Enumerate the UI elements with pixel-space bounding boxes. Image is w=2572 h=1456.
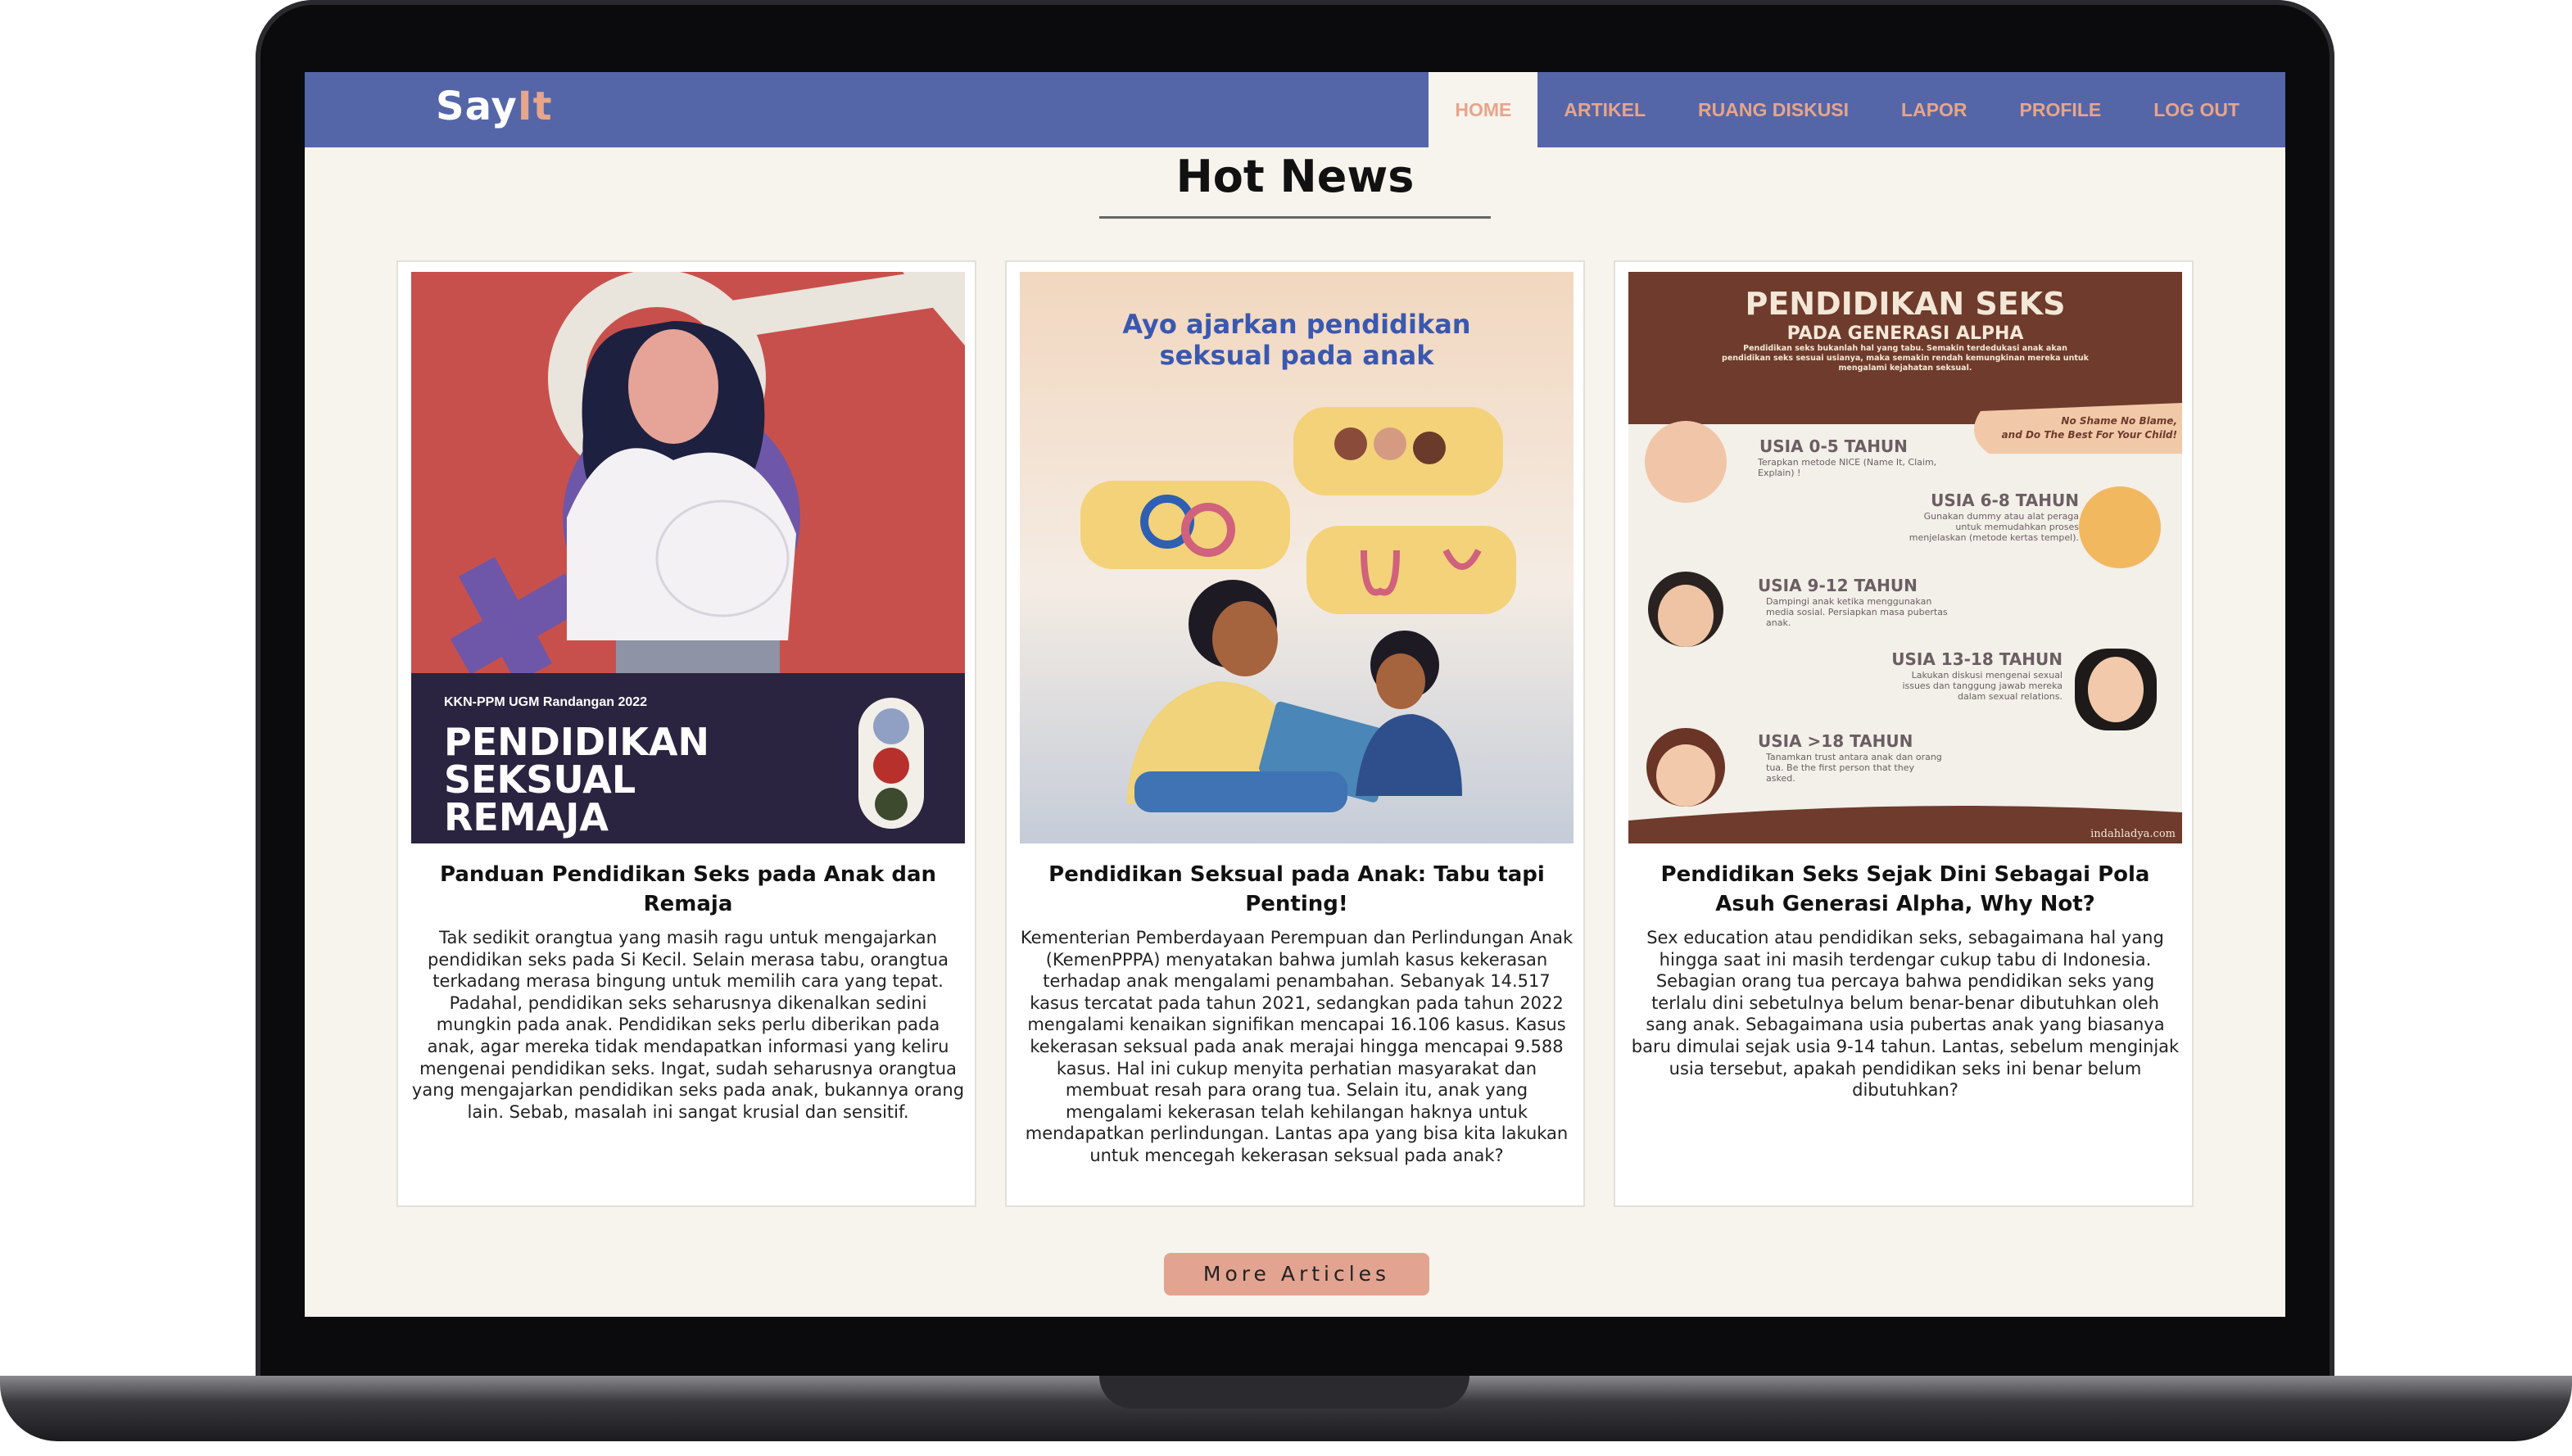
image-1-caption-small: KKN-PPM UGM Randangan 2022: [444, 695, 647, 709]
article-excerpt-1: Tak sedikit orangtua yang masih ragu unt…: [411, 928, 965, 1122]
more-articles-button[interactable]: More Articles: [1164, 1253, 1429, 1295]
nav-item-home[interactable]: HOME: [1429, 72, 1538, 147]
article-image-1[interactable]: KKN-PPM UGM Randangan 2022 PENDIDIKAN SE…: [411, 272, 965, 843]
nav-menu: HOME ARTIKEL RUANG DISKUSI LAPOR PROFILE…: [1429, 72, 2285, 147]
article-card-1[interactable]: KKN-PPM UGM Randangan 2022 PENDIDIKAN SE…: [396, 260, 976, 1207]
stage-5-age: USIA >18 TAHUN: [1758, 731, 1913, 751]
stage-1-note: Terapkan metode NICE (Name It, Claim, Ex…: [1758, 457, 1937, 478]
stage-1-age: USIA 0-5 TAHUN: [1759, 436, 1908, 456]
stage-5-note: Tanamkan trust antara anak dan orang tua…: [1766, 752, 1942, 784]
image-3-bubble-line-1: No Shame No Blame,: [2061, 415, 2177, 427]
image-1-caption-line-3: REMAJA: [444, 795, 609, 839]
stage-3-note: Dampingi anak ketika menggunakan media s…: [1766, 596, 1948, 628]
logo-accent-text: It: [517, 84, 553, 129]
image-2-caption-line-1: Ayo ajarkan pendidikan: [1122, 309, 1470, 340]
stage-3-age: USIA 9-12 TAHUN: [1758, 576, 1918, 595]
stage-4-age: USIA 13-18 TAHUN: [1891, 649, 2063, 669]
heading-underline: [1099, 216, 1491, 219]
stage-4-note: Lakukan diskusi mengenai sexual issues d…: [1902, 670, 2063, 702]
nav-item-profile[interactable]: PROFILE: [1994, 72, 2128, 147]
article-excerpt-2: Kementerian Pemberdayaan Perempuan dan P…: [1020, 928, 1574, 1165]
nav-item-lapor[interactable]: LAPOR: [1875, 72, 1994, 147]
image-3-header: PENDIDIKAN SEKS: [1745, 286, 2065, 322]
article-title-1[interactable]: Panduan Pendidikan Seks pada Anak dan Re…: [411, 860, 965, 919]
article-image-3[interactable]: PENDIDIKAN SEKS PADA GENERASI ALPHA Pend…: [1628, 272, 2182, 843]
laptop-bezel: [305, 1317, 2285, 1376]
stage-2-note: Gunakan dummy atau alat peraga untuk mem…: [1909, 511, 2079, 543]
article-image-2[interactable]: Ayo ajarkan pendidikan seksual pada anak: [1020, 272, 1574, 843]
nav-item-ruang-diskusi[interactable]: RUANG DISKUSI: [1672, 72, 1875, 147]
stage-2-age: USIA 6-8 TAHUN: [1931, 491, 2079, 510]
article-card-2[interactable]: Ayo ajarkan pendidikan seksual pada anak: [1005, 260, 1585, 1207]
article-title-3[interactable]: Pendidikan Seks Sejak Dini Sebagai Pola …: [1628, 860, 2182, 919]
article-excerpt-3: Sex education atau pendidikan seks, seba…: [1631, 928, 2180, 1101]
image-2-caption-line-2: seksual pada anak: [1160, 340, 1435, 371]
nav-item-logout[interactable]: LOG OUT: [2127, 72, 2285, 147]
screen: SayIt HOME ARTIKEL RUANG DISKUSI LAPOR P…: [305, 72, 2285, 1317]
navbar: SayIt HOME ARTIKEL RUANG DISKUSI LAPOR P…: [305, 72, 2285, 147]
logo-text: Say: [436, 84, 518, 129]
laptop-notch: [1099, 1376, 1469, 1409]
article-title-2[interactable]: Pendidikan Seksual pada Anak: Tabu tapi …: [1020, 860, 1574, 919]
nav-item-artikel[interactable]: ARTIKEL: [1537, 72, 1672, 147]
site-logo[interactable]: SayIt: [436, 84, 553, 129]
section-heading: Hot News: [1175, 151, 1415, 202]
image-3-credit: indahladya.com: [2090, 828, 2176, 840]
article-card-3[interactable]: PENDIDIKAN SEKS PADA GENERASI ALPHA Pend…: [1614, 260, 2194, 1207]
image-3-blurb: Pendidikan seks bukanlah hal yang tabu. …: [1722, 344, 2089, 373]
image-3-bubble-line-2: and Do The Best For Your Child!: [2002, 429, 2177, 441]
image-3-subheader: PADA GENERASI ALPHA: [1787, 323, 2024, 344]
